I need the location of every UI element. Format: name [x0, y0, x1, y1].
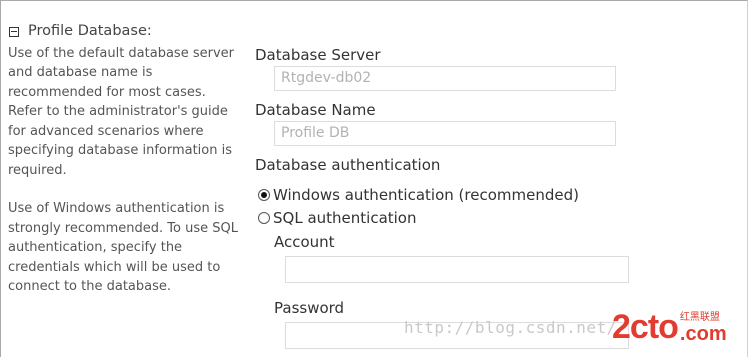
database-form: Database Server Rtgdev-db02 Database Nam…	[255, 44, 735, 349]
watermark-brand: 2cto	[612, 308, 679, 346]
database-authentication-label: Database authentication	[255, 156, 441, 174]
database-name-label: Database Name	[255, 101, 376, 119]
section-description: Use of the default database server and d…	[8, 44, 238, 297]
section-description-column: Profile Database: Use of the default dat…	[8, 22, 238, 297]
watermark-logo: 2cto 红黑联盟 .com	[612, 310, 727, 344]
description-paragraph-2: Use of Windows authentication is strongl…	[8, 201, 238, 294]
collapse-icon[interactable]	[9, 26, 19, 37]
database-server-label: Database Server	[255, 46, 381, 64]
sql-auth-label: SQL authentication	[273, 209, 417, 227]
section-header[interactable]: Profile Database:	[8, 22, 238, 42]
watermark-url: http://blog.csdn.net/	[404, 318, 617, 337]
windows-auth-radio[interactable]	[258, 189, 270, 201]
watermark-brand-com: .com	[679, 323, 727, 345]
windows-auth-option[interactable]: Windows authentication (recommended)	[258, 184, 735, 206]
account-label: Account	[274, 233, 335, 251]
sql-auth-radio[interactable]	[258, 212, 270, 224]
watermark-brand-side: 红黑联盟 .com	[680, 312, 727, 344]
sql-auth-option[interactable]: SQL authentication	[258, 207, 735, 229]
account-input[interactable]	[285, 256, 629, 283]
database-name-input[interactable]: Profile DB	[274, 121, 616, 146]
database-server-input[interactable]: Rtgdev-db02	[274, 66, 616, 91]
description-paragraph-1: Use of the default database server and d…	[8, 45, 234, 178]
windows-auth-label: Windows authentication (recommended)	[273, 186, 579, 204]
section-title: Profile Database:	[28, 23, 152, 39]
